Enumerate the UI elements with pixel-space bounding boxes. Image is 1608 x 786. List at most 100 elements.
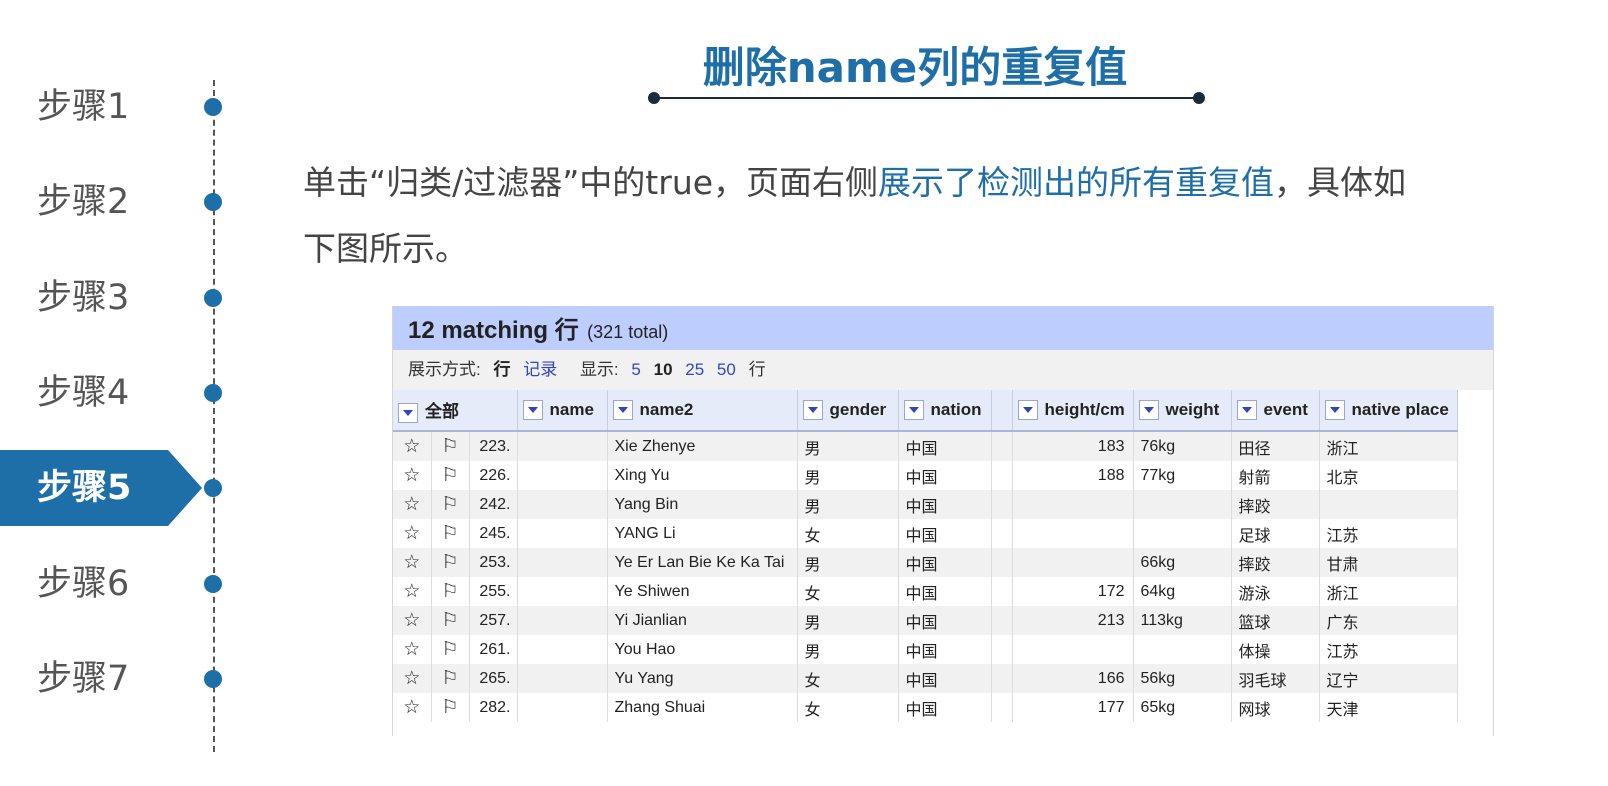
cell-weight	[1133, 519, 1232, 548]
chevron-down-icon[interactable]	[1236, 400, 1257, 421]
cell-native-place: 天津	[1319, 693, 1458, 722]
step-item-6[interactable]: 步骤6	[0, 554, 222, 614]
column-header-weight[interactable]: weight	[1133, 390, 1232, 432]
row-index: 223.	[469, 431, 518, 461]
instruction-part-2: ，具体如	[1274, 163, 1407, 202]
table-row: ☆ ⚐ 223. Xie Zhenye 男中国 183 76kg 田径 浙江	[393, 431, 1458, 461]
star-icon[interactable]: ☆	[393, 606, 432, 635]
step-label: 步骤4	[37, 372, 130, 413]
row-index: 257.	[469, 606, 518, 635]
cell-height: 183	[1012, 431, 1134, 461]
star-icon[interactable]: ☆	[393, 635, 432, 664]
page-size-50[interactable]: 50	[717, 360, 736, 379]
column-header-gender[interactable]: gender	[797, 390, 899, 432]
cell-blank	[991, 577, 1013, 606]
cell-height: 172	[1012, 577, 1134, 606]
step-dot	[204, 479, 222, 498]
cell-gender: 女	[797, 664, 899, 693]
step-item-1[interactable]: 步骤1	[0, 77, 222, 137]
column-header-name2[interactable]: name2	[607, 390, 798, 432]
cell-height: 177	[1012, 693, 1134, 722]
column-header-native-place[interactable]: native place	[1319, 390, 1458, 432]
cell-native-place: 甘肃	[1319, 548, 1458, 577]
chevron-down-icon[interactable]	[398, 402, 418, 423]
chevron-down-icon[interactable]	[802, 400, 823, 421]
step-item-5[interactable]: 步骤5	[0, 450, 222, 527]
cell-name2: Yang Bin	[607, 490, 798, 519]
step-item-2[interactable]: 步骤2	[0, 172, 222, 232]
cell-name2: YANG Li	[607, 519, 798, 548]
step-item-4[interactable]: 步骤4	[0, 363, 222, 423]
star-icon[interactable]: ☆	[393, 490, 432, 519]
cell-blank	[991, 519, 1013, 548]
star-icon[interactable]: ☆	[393, 577, 432, 606]
cell-height	[1012, 548, 1134, 577]
cell-gender: 男	[797, 490, 899, 519]
star-icon[interactable]: ☆	[393, 431, 432, 461]
flag-icon[interactable]: ⚐	[431, 664, 470, 693]
step-dot	[204, 288, 222, 307]
column-header-height[interactable]: height/cm	[1012, 390, 1134, 432]
cell-blank	[991, 431, 1013, 461]
flag-icon[interactable]: ⚐	[431, 431, 470, 461]
chevron-down-icon[interactable]	[522, 400, 543, 421]
chevron-down-icon[interactable]	[1138, 400, 1159, 421]
step-label: 步骤6	[37, 563, 130, 604]
instruction-text: 单击“归类/过滤器”中的true，页面右侧展示了检测出的所有重复值，具体如 下图…	[303, 150, 1578, 282]
row-index: 261.	[469, 635, 518, 664]
cell-event: 体操	[1231, 635, 1320, 664]
column-header-all[interactable]: 全部	[393, 390, 518, 432]
view-mode-records-link[interactable]: 记录	[523, 360, 557, 379]
view-options-bar: 展示方式: 行 记录 显示: 5 10 25 50 行	[393, 350, 1493, 390]
flag-icon[interactable]: ⚐	[431, 577, 470, 606]
cell-event: 田径	[1231, 431, 1320, 461]
cell-name	[517, 664, 608, 693]
page-size-5[interactable]: 5	[631, 360, 640, 379]
cell-name2: Xie Zhenye	[607, 431, 798, 461]
chevron-down-icon[interactable]	[1324, 400, 1345, 421]
cell-name	[517, 635, 608, 664]
cell-native-place: 广东	[1319, 606, 1458, 635]
cell-name	[517, 606, 608, 635]
column-header-nation[interactable]: nation	[898, 390, 992, 432]
flag-icon[interactable]: ⚐	[431, 519, 470, 548]
row-index: 255.	[469, 577, 518, 606]
star-icon[interactable]: ☆	[393, 461, 432, 490]
star-icon[interactable]: ☆	[393, 693, 432, 722]
column-header-name[interactable]: name	[517, 390, 608, 432]
cell-height: 188	[1012, 461, 1134, 490]
flag-icon[interactable]: ⚐	[431, 693, 470, 722]
instruction-line-2: 下图所示。	[303, 229, 468, 268]
flag-icon[interactable]: ⚐	[431, 548, 470, 577]
column-header-event[interactable]: event	[1231, 390, 1320, 432]
flag-icon[interactable]: ⚐	[431, 461, 470, 490]
cell-weight: 65kg	[1133, 693, 1232, 722]
page-size-25[interactable]: 25	[685, 360, 704, 379]
star-icon[interactable]: ☆	[393, 664, 432, 693]
cell-height	[1012, 519, 1134, 548]
star-icon[interactable]: ☆	[393, 548, 432, 577]
table-row: ☆ ⚐ 261. You Hao 男中国 体操 江苏	[393, 635, 1458, 664]
cell-name2: Xing Yu	[607, 461, 798, 490]
step-item-7[interactable]: 步骤7	[0, 649, 222, 709]
flag-icon[interactable]: ⚐	[431, 606, 470, 635]
row-index: 265.	[469, 664, 518, 693]
page-size-label: 显示:	[579, 360, 619, 379]
cell-native-place: 辽宁	[1319, 664, 1458, 693]
star-icon[interactable]: ☆	[393, 519, 432, 548]
results-summary: 12 matching 行 (321 total)	[393, 306, 1493, 350]
flag-icon[interactable]: ⚐	[431, 490, 470, 519]
timeline-line	[213, 80, 215, 752]
cell-event: 网球	[1231, 693, 1320, 722]
view-mode-rows[interactable]: 行	[493, 360, 510, 379]
view-mode-label: 展示方式:	[408, 360, 481, 379]
flag-icon[interactable]: ⚐	[431, 635, 470, 664]
cell-nation: 中国	[898, 461, 992, 490]
chevron-down-icon[interactable]	[903, 400, 924, 421]
step-item-3[interactable]: 步骤3	[0, 268, 222, 328]
cell-name2: You Hao	[607, 635, 798, 664]
cell-event: 游泳	[1231, 577, 1320, 606]
cell-weight: 64kg	[1133, 577, 1232, 606]
chevron-down-icon[interactable]	[612, 400, 633, 421]
chevron-down-icon[interactable]	[1017, 400, 1038, 421]
